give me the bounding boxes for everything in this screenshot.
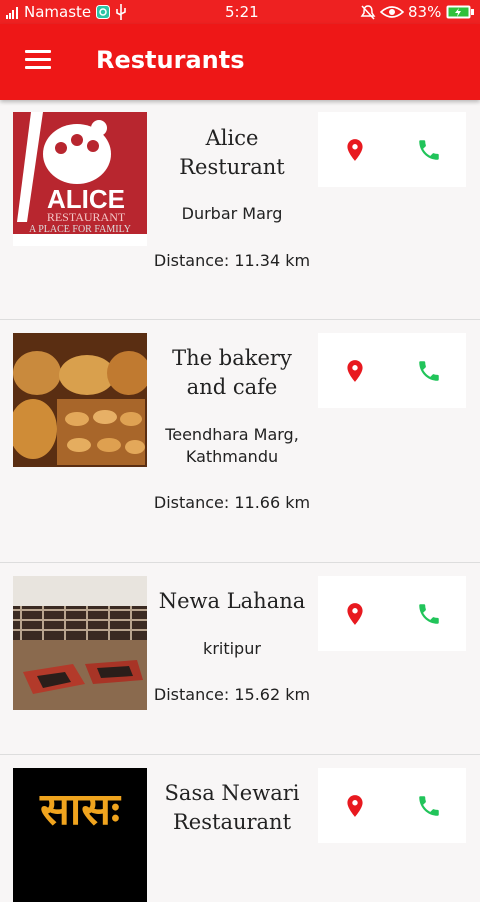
alice-logo-sub: RESTAURANT xyxy=(46,210,126,224)
location-pin-icon[interactable] xyxy=(342,358,368,384)
action-box xyxy=(318,768,466,843)
status-bar: Namaste 5:21 83% xyxy=(0,0,480,24)
clock: 5:21 xyxy=(225,3,259,21)
phone-icon[interactable] xyxy=(416,601,442,627)
action-box xyxy=(318,333,466,408)
silent-icon xyxy=(360,4,376,24)
phone-icon[interactable] xyxy=(416,358,442,384)
sasa-logo-text: सासः xyxy=(40,784,120,835)
action-box xyxy=(318,112,466,187)
restaurant-card[interactable]: Newa Lahana kritipur Distance: 15.62 km xyxy=(0,563,480,754)
restaurant-distance: Distance: 11.34 km xyxy=(153,251,311,270)
restaurant-address: Teendhara Marg, Kathmandu xyxy=(165,425,299,466)
restaurant-name: The bakery and cafe xyxy=(172,346,292,399)
restaurant-logo: ALICE RESTAURANT A PLACE FOR FAMILY xyxy=(13,112,147,246)
restaurant-name: Newa Lahana xyxy=(158,589,306,613)
restaurant-distance: Distance: 15.62 km xyxy=(153,685,311,704)
usb-icon xyxy=(115,4,127,24)
restaurant-card[interactable]: The bakery and cafe Teendhara Marg, Kath… xyxy=(0,320,480,562)
restaurant-card[interactable]: सासः Sasa Newari Restaurant xyxy=(0,755,480,902)
app-notification-icon xyxy=(96,5,110,23)
carrier-name: Namaste xyxy=(24,3,92,21)
phone-icon[interactable] xyxy=(416,793,442,819)
restaurant-photo xyxy=(13,576,147,710)
location-pin-icon[interactable] xyxy=(342,601,368,627)
page-title: Resturants xyxy=(96,46,245,74)
restaurant-photo xyxy=(13,333,147,467)
menu-icon[interactable] xyxy=(25,50,51,70)
location-pin-icon[interactable] xyxy=(342,137,368,163)
action-box xyxy=(318,576,466,651)
restaurant-name: Alice Resturant xyxy=(179,126,285,179)
eye-icon xyxy=(379,5,405,23)
restaurant-card[interactable]: ALICE RESTAURANT A PLACE FOR FAMILY Alic… xyxy=(0,100,480,319)
restaurant-address: Durbar Marg xyxy=(181,204,283,223)
location-pin-icon[interactable] xyxy=(342,793,368,819)
restaurant-name: Sasa Newari Restaurant xyxy=(164,781,300,834)
battery-icon xyxy=(446,5,474,23)
restaurant-distance: Distance: 11.66 km xyxy=(153,493,311,512)
phone-icon[interactable] xyxy=(416,137,442,163)
app-bar: Resturants xyxy=(0,24,480,100)
restaurant-logo: सासः xyxy=(13,768,147,902)
restaurant-address: kritipur xyxy=(203,639,261,658)
alice-logo-tagline: A PLACE FOR FAMILY xyxy=(29,224,131,235)
signal-icon xyxy=(6,5,20,23)
battery-percent: 83% xyxy=(408,3,442,21)
